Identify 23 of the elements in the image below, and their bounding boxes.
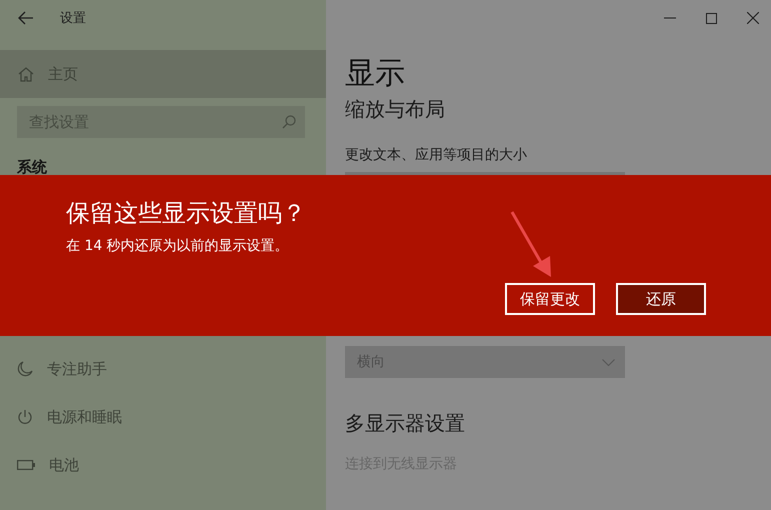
minimize-icon[interactable] [664, 17, 676, 19]
battery-icon [17, 460, 35, 470]
moon-icon [17, 361, 33, 377]
maximize-icon[interactable] [706, 12, 717, 24]
setting-label: 更改文本、应用等项目的大小 [345, 146, 528, 164]
revert-button[interactable]: 还原 [616, 283, 706, 315]
sidebar-item[interactable]: 专注助手 [0, 345, 326, 393]
sidebar-item[interactable]: 电源和睡眠 [0, 393, 326, 441]
page-title: 显示 [345, 56, 406, 92]
window-title: 设置 [60, 10, 86, 27]
chevron-icon [602, 358, 615, 366]
section-heading: 多显示器设置 [345, 410, 466, 437]
dialog-title: 保留这些显示设置吗？ [66, 198, 307, 229]
power-icon [17, 409, 33, 425]
section-heading: 缩放与布局 [345, 96, 446, 123]
back-icon[interactable] [18, 11, 34, 25]
home-icon [18, 66, 34, 82]
search-icon [282, 115, 296, 129]
section-heading: 系统 [17, 158, 48, 177]
sidebar-item[interactable]: 电池 [0, 441, 326, 489]
close-icon[interactable] [747, 12, 759, 24]
keep-changes-button[interactable]: 保留更改 [505, 283, 595, 315]
dialog-message: 在 14 秒内还原为以前的显示设置。 [66, 237, 290, 255]
